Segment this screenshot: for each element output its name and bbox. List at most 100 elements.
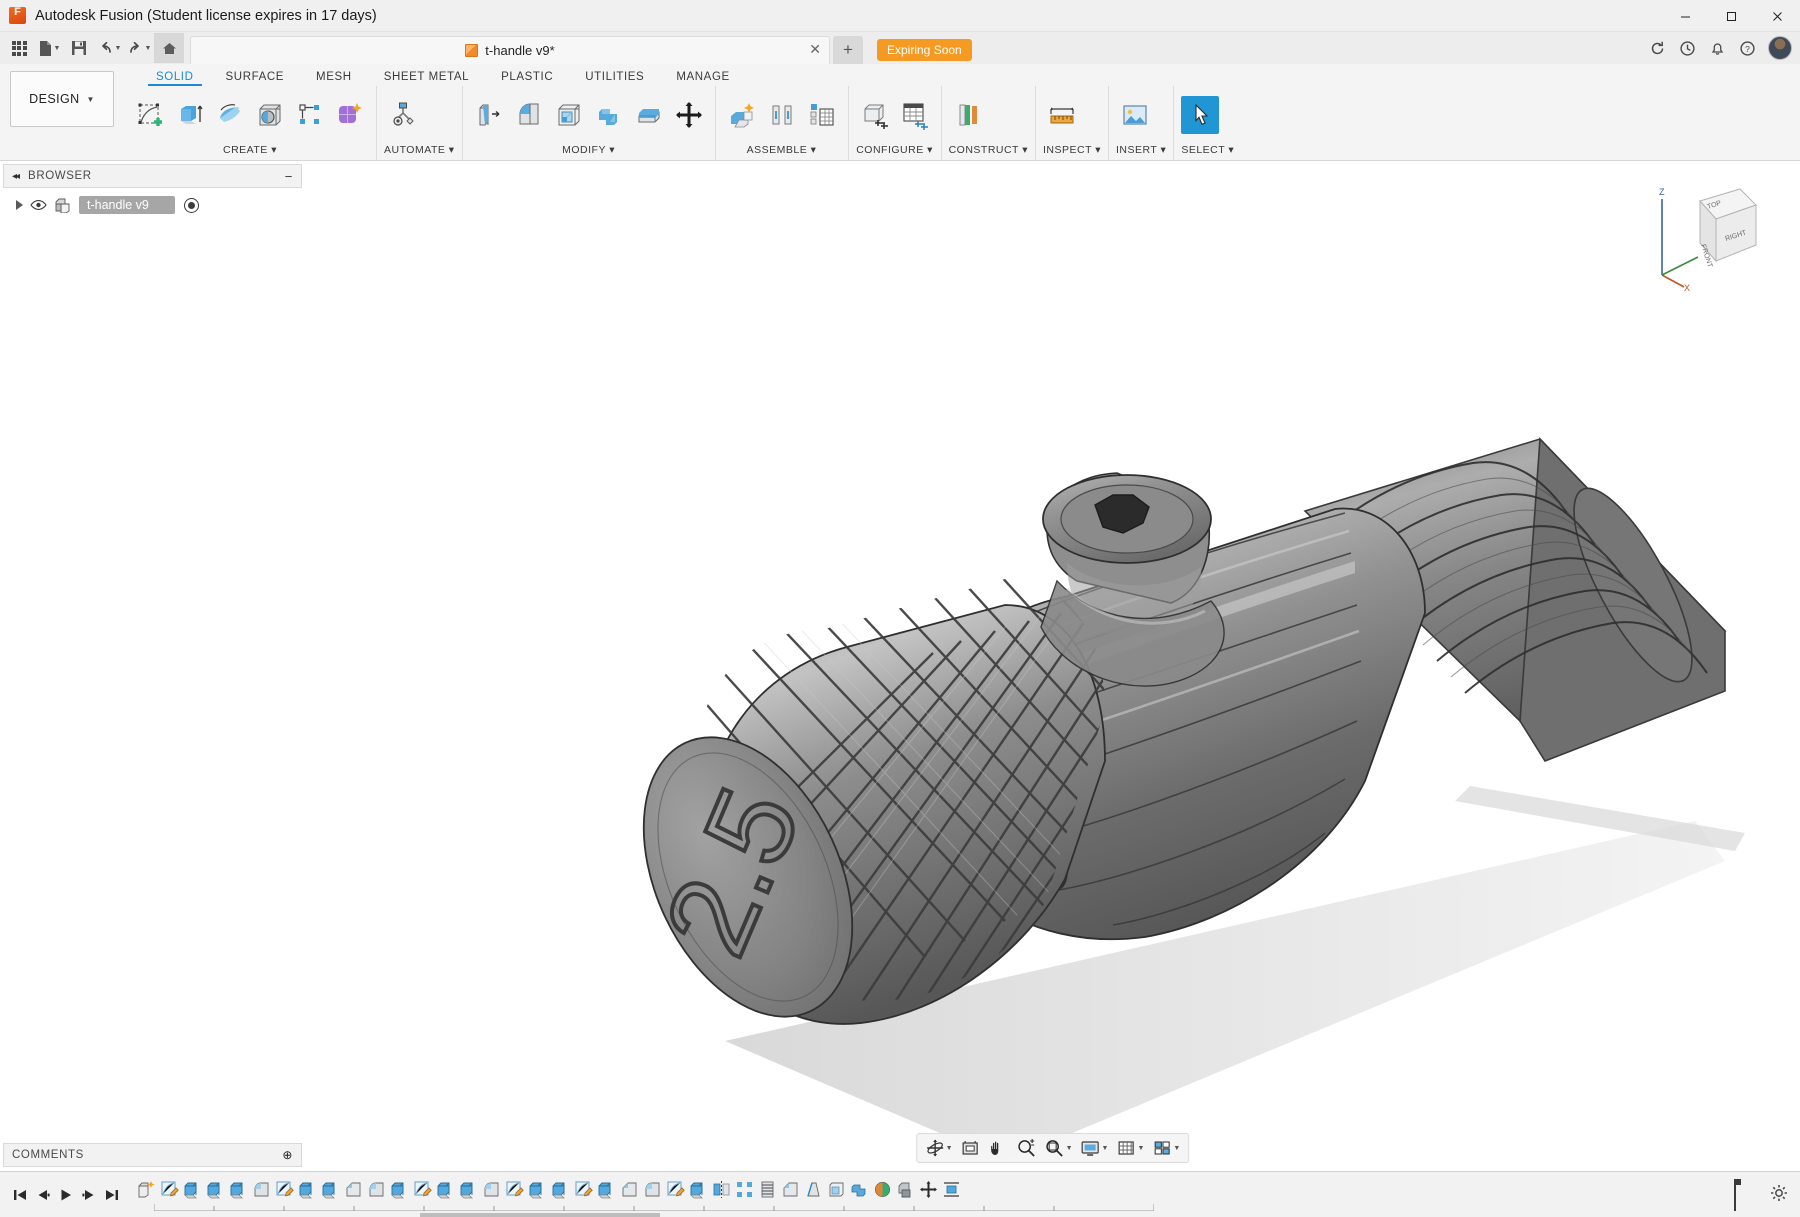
align-icon[interactable] [940,1175,963,1205]
timeline-end-marker[interactable] [1728,1177,1742,1213]
chevron-down-icon[interactable]: ▼ [1102,1145,1109,1152]
combine-icon[interactable] [590,96,628,134]
offset-face-icon[interactable] [630,96,668,134]
activate-component-icon[interactable] [183,197,199,213]
extrude-icon[interactable] [296,1175,319,1205]
panel-select-label[interactable]: SELECT ▾ [1181,144,1234,160]
thread-icon[interactable] [756,1175,779,1205]
extrude-icon[interactable] [434,1175,457,1205]
model-3d[interactable]: 2.5 [305,161,1800,1171]
close-button[interactable] [1754,0,1800,32]
tab-manage[interactable]: MANAGE [660,71,745,86]
extrude-icon[interactable] [204,1175,227,1205]
go-to-end-icon[interactable] [100,1180,123,1210]
display-settings-icon[interactable]: ▼ [1078,1135,1112,1161]
clock-icon[interactable] [1672,33,1702,63]
panel-insert-label[interactable]: INSERT ▾ [1116,144,1166,160]
look-at-icon[interactable] [958,1135,984,1161]
extrude-icon[interactable] [388,1175,411,1205]
avatar[interactable] [1768,36,1792,60]
extrude-icon[interactable] [227,1175,250,1205]
chevron-down-icon[interactable]: ▼ [1173,1145,1180,1152]
go-to-beginning-icon[interactable] [8,1180,31,1210]
new-sketch-icon[interactable] [131,96,169,134]
zoom-icon[interactable] [1014,1135,1040,1161]
document-tab[interactable]: t-handle v9* ✕ [190,36,830,64]
appearance-icon[interactable] [871,1175,894,1205]
sketch-icon[interactable] [572,1175,595,1205]
play-icon[interactable] [54,1180,77,1210]
home-button[interactable] [154,33,184,63]
fit-icon[interactable]: ▼ [1042,1135,1076,1161]
sketch-icon[interactable] [411,1175,434,1205]
tab-surface[interactable]: SURFACE [210,71,301,86]
extrude-icon[interactable] [181,1175,204,1205]
chamfer-icon[interactable] [342,1175,365,1205]
maximize-button[interactable] [1708,0,1754,32]
joint-icon[interactable] [763,96,801,134]
bell-icon[interactable] [1702,33,1732,63]
extrude-icon[interactable] [457,1175,480,1205]
hole-icon[interactable] [251,96,289,134]
minimize-button[interactable] [1662,0,1708,32]
fillet-icon[interactable] [510,96,548,134]
chevron-down-icon[interactable]: ▼ [946,1145,953,1152]
extrude-icon[interactable] [319,1175,342,1205]
form-icon[interactable] [331,96,369,134]
tab-plastic[interactable]: PLASTIC [485,71,569,86]
sketch-icon[interactable] [158,1175,181,1205]
step-forward-icon[interactable] [77,1180,100,1210]
configuration-table-icon[interactable] [896,96,934,134]
comments-panel-header[interactable]: COMMENTS ⊕ [3,1143,302,1167]
app-grid-button[interactable] [4,33,34,63]
insert-image-icon[interactable] [1116,96,1154,134]
new-component-icon[interactable] [723,96,761,134]
chevron-down-icon[interactable]: ▼ [1066,1145,1073,1152]
fillet-icon[interactable] [480,1175,503,1205]
panel-construct-label[interactable]: CONSTRUCT ▾ [949,144,1028,160]
revolve-icon[interactable] [211,96,249,134]
panel-inspect-label[interactable]: INSPECT ▾ [1043,144,1101,160]
panel-configure-label[interactable]: CONFIGURE ▾ [856,144,934,160]
new-tab-button[interactable]: + [833,36,863,64]
create-configuration-icon[interactable] [856,96,894,134]
chamfer-icon[interactable] [618,1175,641,1205]
viewport-canvas[interactable]: 2.5 Z X TOP FRONT RIGHT ▼ ▼ ▼ ▼ ▼ [305,161,1800,1171]
expand-arrow-icon[interactable] [16,200,23,210]
extrude-icon[interactable] [526,1175,549,1205]
tab-sheet-metal[interactable]: SHEET METAL [368,71,485,86]
sketch-icon[interactable] [503,1175,526,1205]
measure-icon[interactable] [1043,96,1081,134]
orbit-icon[interactable]: ▼ [922,1135,956,1161]
extrude-icon[interactable] [171,96,209,134]
shell-icon[interactable] [825,1175,848,1205]
shell-icon[interactable] [550,96,588,134]
timeline-scrollbar[interactable] [420,1213,660,1217]
offset-plane-icon[interactable] [949,96,987,134]
pattern-icon[interactable] [733,1175,756,1205]
rectangular-pattern-icon[interactable] [291,96,329,134]
save-button[interactable] [64,33,94,63]
fillet-icon[interactable] [365,1175,388,1205]
tab-solid[interactable]: SOLID [140,71,210,86]
grid-snaps-icon[interactable]: ▼ [1113,1135,1147,1161]
physical-material-icon[interactable] [894,1175,917,1205]
fillet-icon[interactable] [641,1175,664,1205]
tab-utilities[interactable]: UTILITIES [569,71,660,86]
gear-icon[interactable] [1770,1184,1788,1202]
move-copy-icon[interactable] [670,96,708,134]
sketch-icon[interactable] [273,1175,296,1205]
view-cube[interactable]: Z X TOP FRONT RIGHT [1648,179,1760,291]
extrude-icon[interactable] [549,1175,572,1205]
visibility-eye-icon[interactable] [30,199,47,211]
refresh-icon[interactable] [1642,33,1672,63]
expiring-soon-badge[interactable]: Expiring Soon [877,39,972,61]
browser-tree-row-root[interactable]: t-handle v9 [0,194,305,216]
tab-mesh[interactable]: MESH [300,71,368,86]
new-file-button[interactable]: ▼ [34,33,64,63]
draft-icon[interactable] [802,1175,825,1205]
step-back-icon[interactable] [31,1180,54,1210]
extrude-icon[interactable] [687,1175,710,1205]
extrude-icon[interactable] [595,1175,618,1205]
fillet-icon[interactable] [250,1175,273,1205]
